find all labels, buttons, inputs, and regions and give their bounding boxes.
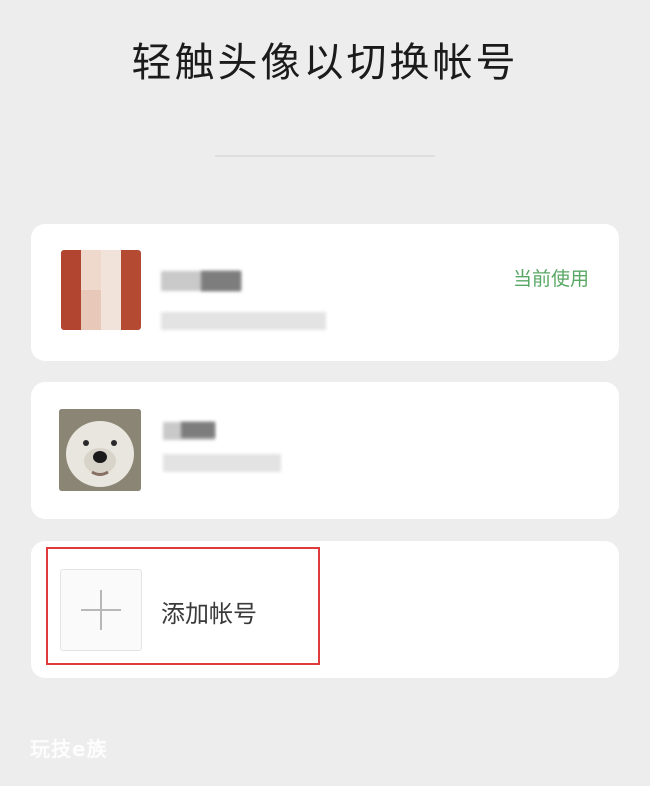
account-card-other[interactable]	[31, 382, 619, 519]
watermark: 玩技e族	[30, 737, 108, 761]
avatar	[61, 250, 141, 330]
page-title: 轻触头像以切换帐号	[131, 40, 519, 86]
add-account-card[interactable]: 添加帐号	[31, 541, 619, 678]
avatar	[59, 409, 141, 491]
divider	[215, 155, 435, 157]
highlight-box	[46, 547, 320, 665]
account-card-current[interactable]: 当前使用	[31, 224, 619, 361]
current-status-label: 当前使用	[512, 268, 589, 290]
